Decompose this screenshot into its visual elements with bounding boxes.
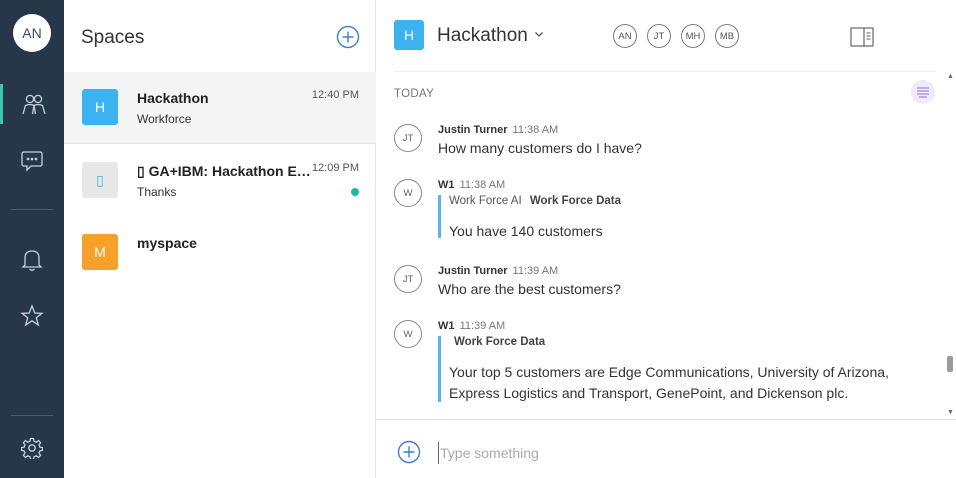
card-header: Work Force AI Work Force Data <box>449 195 621 211</box>
star-icon <box>20 304 44 327</box>
space-last-message: Thanks <box>137 185 177 199</box>
rail-item-settings[interactable] <box>0 428 64 468</box>
space-item-ga-ibm-hackathon[interactable]: ▯ ▯ GA+IBM: Hackathon Ev… Thanks 12:09 P… <box>64 145 376 217</box>
space-name: ▯ GA+IBM: Hackathon Ev… <box>137 163 312 179</box>
gear-icon <box>21 437 43 459</box>
participant-list: AN JT MH MB <box>613 24 739 48</box>
chat-bubble-icon <box>21 151 43 172</box>
rail-divider <box>11 209 53 210</box>
space-last-message: Workforce <box>137 112 192 126</box>
add-space-button[interactable] <box>336 25 360 49</box>
list-summary-icon <box>917 87 929 98</box>
card-line: You have 140 customers <box>449 223 603 239</box>
bell-icon <box>21 250 43 271</box>
card-app-name: Work Force AI <box>449 195 522 207</box>
card-line: Your top 5 customers are Edge Communicat… <box>449 364 889 380</box>
attach-button[interactable] <box>397 440 421 464</box>
summary-button[interactable] <box>911 80 935 104</box>
message-text: Who are the best customers? <box>438 281 621 297</box>
left-rail: AN <box>0 0 64 478</box>
space-time: 12:40 PM <box>311 89 359 101</box>
scroll-thumb[interactable] <box>947 356 953 372</box>
card-source: Work Force Data <box>529 195 622 207</box>
people-icon <box>21 94 46 115</box>
chat-title[interactable]: Hackathon <box>437 25 528 47</box>
sender-avatar[interactable]: W <box>394 179 422 207</box>
message-time: 11:38 AM <box>512 124 559 136</box>
rail-item-favorites[interactable] <box>0 296 64 336</box>
message-text: How many customers do I have? <box>438 140 642 156</box>
sender-name[interactable]: W1 <box>438 179 455 191</box>
chat-panel: H Hackathon AN JT MH MB TODAY JT Justin … <box>376 0 956 478</box>
rail-item-notifications[interactable] <box>0 240 64 280</box>
spaces-panel: Spaces H Hackathon Workforce 12:40 PM ▯ … <box>64 0 376 478</box>
sender-name[interactable]: Justin Turner <box>438 124 507 136</box>
participant-avatar[interactable]: JT <box>647 24 671 48</box>
card-line: Express Logistics and Transport, GenePoi… <box>449 385 849 401</box>
message-scrollbar[interactable]: ▲ ▼ <box>946 72 954 418</box>
scroll-up-arrow[interactable]: ▲ <box>947 73 954 80</box>
space-time: 12:09 PM <box>311 162 359 174</box>
bot-response-card: Work Force AI Work Force Data You have 1… <box>438 195 621 239</box>
participant-avatar[interactable]: MH <box>681 24 705 48</box>
card-header: Work Force Data <box>449 336 889 352</box>
rail-item-messages[interactable] <box>0 141 64 181</box>
bot-response-card: Work Force Data Your top 5 customers are… <box>438 336 889 402</box>
chevron-down-icon[interactable] <box>533 28 545 40</box>
spaces-title: Spaces <box>81 27 145 48</box>
space-item-hackathon[interactable]: H Hackathon Workforce 12:40 PM <box>64 72 376 144</box>
participant-avatar[interactable]: MB <box>715 24 739 48</box>
spaces-header: Spaces <box>64 0 376 72</box>
message-input[interactable] <box>438 442 918 464</box>
message-meta: Justin Turner 11:38 AM <box>438 124 558 136</box>
space-item-myspace[interactable]: M myspace <box>64 217 376 289</box>
card-body: Your top 5 customers are Edge Communicat… <box>449 362 889 404</box>
space-name: Hackathon <box>137 90 209 106</box>
space-avatar: ▯ <box>82 162 118 198</box>
space-avatar: M <box>82 234 118 270</box>
rail-divider <box>11 415 53 416</box>
scroll-down-arrow[interactable]: ▼ <box>947 409 954 416</box>
sender-name[interactable]: W1 <box>438 320 455 332</box>
composer-divider <box>376 419 956 420</box>
sender-name[interactable]: Justin Turner <box>438 265 507 277</box>
sender-avatar[interactable]: W <box>394 320 422 348</box>
user-avatar[interactable]: AN <box>13 14 51 52</box>
header-divider <box>394 71 936 72</box>
unread-indicator <box>351 188 359 196</box>
rail-item-spaces[interactable] <box>0 84 64 124</box>
message-time: 11:38 AM <box>459 179 506 191</box>
space-name: myspace <box>137 235 197 251</box>
message-time: 11:39 AM <box>459 320 506 332</box>
space-avatar: H <box>394 20 424 50</box>
participant-avatar[interactable]: AN <box>613 24 637 48</box>
chat-header: H Hackathon AN JT MH MB <box>376 0 956 72</box>
card-body: You have 140 customers <box>449 221 621 242</box>
sender-avatar[interactable]: JT <box>394 265 422 293</box>
message-meta: W1 11:38 AM <box>438 179 505 191</box>
day-separator: TODAY <box>394 88 435 100</box>
message-meta: W1 11:39 AM <box>438 320 505 332</box>
space-avatar: H <box>82 89 118 125</box>
message-time: 11:39 AM <box>512 265 559 277</box>
side-panel-toggle-icon[interactable] <box>850 27 874 47</box>
card-source: Work Force Data <box>454 336 546 348</box>
message-meta: Justin Turner 11:39 AM <box>438 265 558 277</box>
sender-avatar[interactable]: JT <box>394 124 422 152</box>
